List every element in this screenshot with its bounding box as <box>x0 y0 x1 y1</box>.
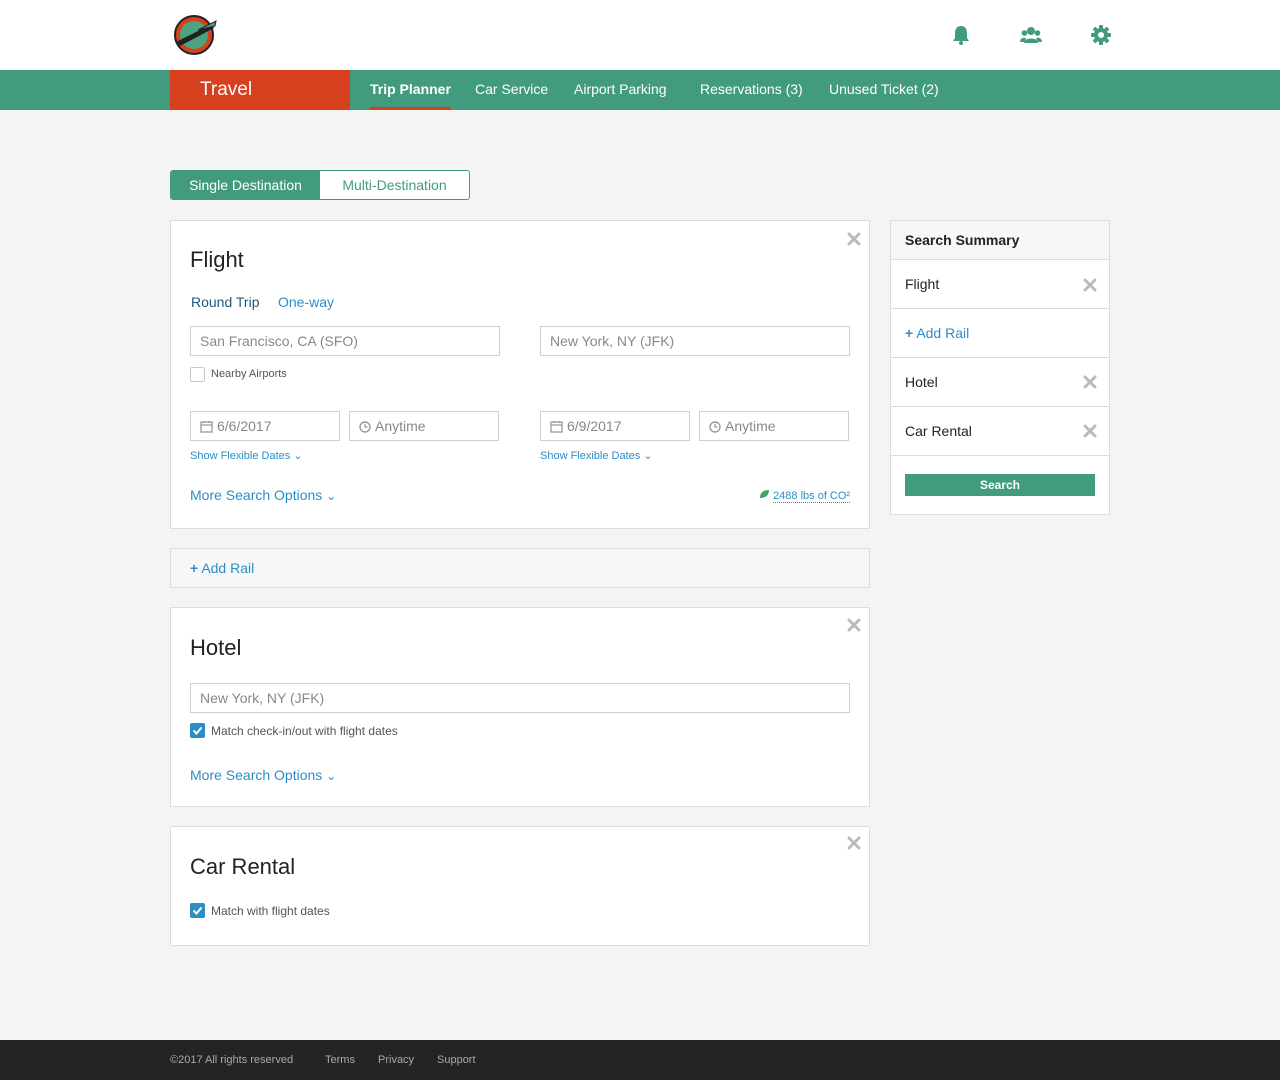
gear-icon[interactable] <box>1090 24 1112 46</box>
round-trip-tab[interactable]: Round Trip <box>191 294 259 310</box>
chevron-down-icon: ⌄ <box>643 450 653 462</box>
add-rail-bar[interactable]: + Add Rail <box>170 548 870 588</box>
users-icon[interactable] <box>1020 24 1042 46</box>
bell-icon[interactable] <box>950 24 972 46</box>
multi-destination-button[interactable]: Multi-Destination <box>320 171 469 199</box>
close-icon[interactable] <box>1083 278 1097 292</box>
return-date-value: 6/9/2017 <box>567 418 622 434</box>
nav-unused-ticket[interactable]: Unused Ticket (2) <box>829 70 939 110</box>
close-icon[interactable] <box>847 618 861 632</box>
calendar-icon <box>200 421 213 433</box>
depart-date-value: 6/6/2017 <box>217 418 272 434</box>
nav-airport-parking[interactable]: Airport Parking <box>574 70 667 110</box>
plus-icon: + <box>905 325 914 341</box>
flight-card: Flight Round Trip One-way San Francisco,… <box>170 220 870 529</box>
planet-express-logo[interactable] <box>168 14 220 56</box>
car-match-dates-checkbox[interactable] <box>190 903 205 918</box>
privacy-link[interactable]: Privacy <box>378 1040 414 1080</box>
summary-title: Search Summary <box>891 221 1109 260</box>
summary-flight: Flight <box>891 260 1109 309</box>
leaf-icon <box>760 490 769 498</box>
car-match-dates-label: Match with flight dates <box>211 904 330 918</box>
app-header <box>0 0 1280 70</box>
close-icon[interactable] <box>1083 424 1097 438</box>
close-icon[interactable] <box>847 836 861 850</box>
return-time-input[interactable]: Anytime <box>699 411 849 441</box>
terms-link[interactable]: Terms <box>325 1040 355 1080</box>
one-way-tab[interactable]: One-way <box>278 294 334 310</box>
destination-toggle: Single Destination Multi-Destination <box>170 170 470 200</box>
add-rail-link[interactable]: + Add Rail <box>190 560 254 576</box>
plus-icon: + <box>190 560 199 576</box>
origin-input[interactable]: San Francisco, CA (SFO) <box>190 326 500 356</box>
car-rental-title: Car Rental <box>190 854 296 879</box>
single-destination-button[interactable]: Single Destination <box>171 171 320 199</box>
nav-trip-planner[interactable]: Trip Planner <box>370 70 451 110</box>
clock-icon <box>709 421 721 433</box>
co2-estimate[interactable]: 2488 lbs of CO² <box>759 489 851 503</box>
hotel-match-dates-checkbox[interactable] <box>190 723 205 738</box>
depart-flexible-dates-link[interactable]: Show Flexible Dates ⌄ <box>190 449 303 462</box>
flight-title: Flight <box>190 247 244 272</box>
depart-time-value: Anytime <box>375 418 426 434</box>
checkmark-icon <box>192 906 203 915</box>
hotel-location-input[interactable]: New York, NY (JFK) <box>190 683 850 713</box>
summary-hotel: Hotel <box>891 358 1109 407</box>
flight-more-options-link[interactable]: More Search Options ⌄ <box>190 487 336 503</box>
car-rental-card: Car Rental Match with flight dates <box>170 826 870 946</box>
return-flexible-dates-link[interactable]: Show Flexible Dates ⌄ <box>540 449 653 462</box>
footer: ©2017 All rights reserved Terms Privacy … <box>0 1040 1280 1080</box>
close-icon[interactable] <box>847 232 861 246</box>
destination-input[interactable]: New York, NY (JFK) <box>540 326 850 356</box>
nearby-airports-checkbox[interactable] <box>190 367 205 382</box>
return-time-value: Anytime <box>725 418 776 434</box>
nav-car-service[interactable]: Car Service <box>475 70 548 110</box>
chevron-down-icon: ⌄ <box>326 769 337 783</box>
summary-add-rail[interactable]: + Add Rail <box>891 309 1109 358</box>
calendar-icon <box>550 421 563 433</box>
search-summary: Search Summary Flight + Add Rail Hotel C… <box>890 220 1110 515</box>
close-icon[interactable] <box>1083 375 1097 389</box>
hotel-title: Hotel <box>190 635 242 660</box>
hotel-more-options-link[interactable]: More Search Options ⌄ <box>190 767 336 783</box>
search-button[interactable]: Search <box>905 474 1095 496</box>
depart-date-input[interactable]: 6/6/2017 <box>190 411 340 441</box>
support-link[interactable]: Support <box>437 1040 476 1080</box>
checkmark-icon <box>192 726 203 735</box>
nearby-airports-label: Nearby Airports <box>211 368 287 380</box>
main-nav: Travel Trip Planner Car Service Airport … <box>0 70 1280 110</box>
return-date-input[interactable]: 6/9/2017 <box>540 411 690 441</box>
section-title: Travel <box>170 70 350 110</box>
hotel-card: Hotel New York, NY (JFK) Match check-in/… <box>170 607 870 807</box>
clock-icon <box>359 421 371 433</box>
nav-reservations[interactable]: Reservations (3) <box>700 70 803 110</box>
hotel-match-dates-label: Match check-in/out with flight dates <box>211 724 398 738</box>
summary-car-rental: Car Rental <box>891 407 1109 456</box>
depart-time-input[interactable]: Anytime <box>349 411 499 441</box>
chevron-down-icon: ⌄ <box>293 450 303 462</box>
chevron-down-icon: ⌄ <box>326 489 337 503</box>
copyright: ©2017 All rights reserved <box>170 1054 294 1066</box>
